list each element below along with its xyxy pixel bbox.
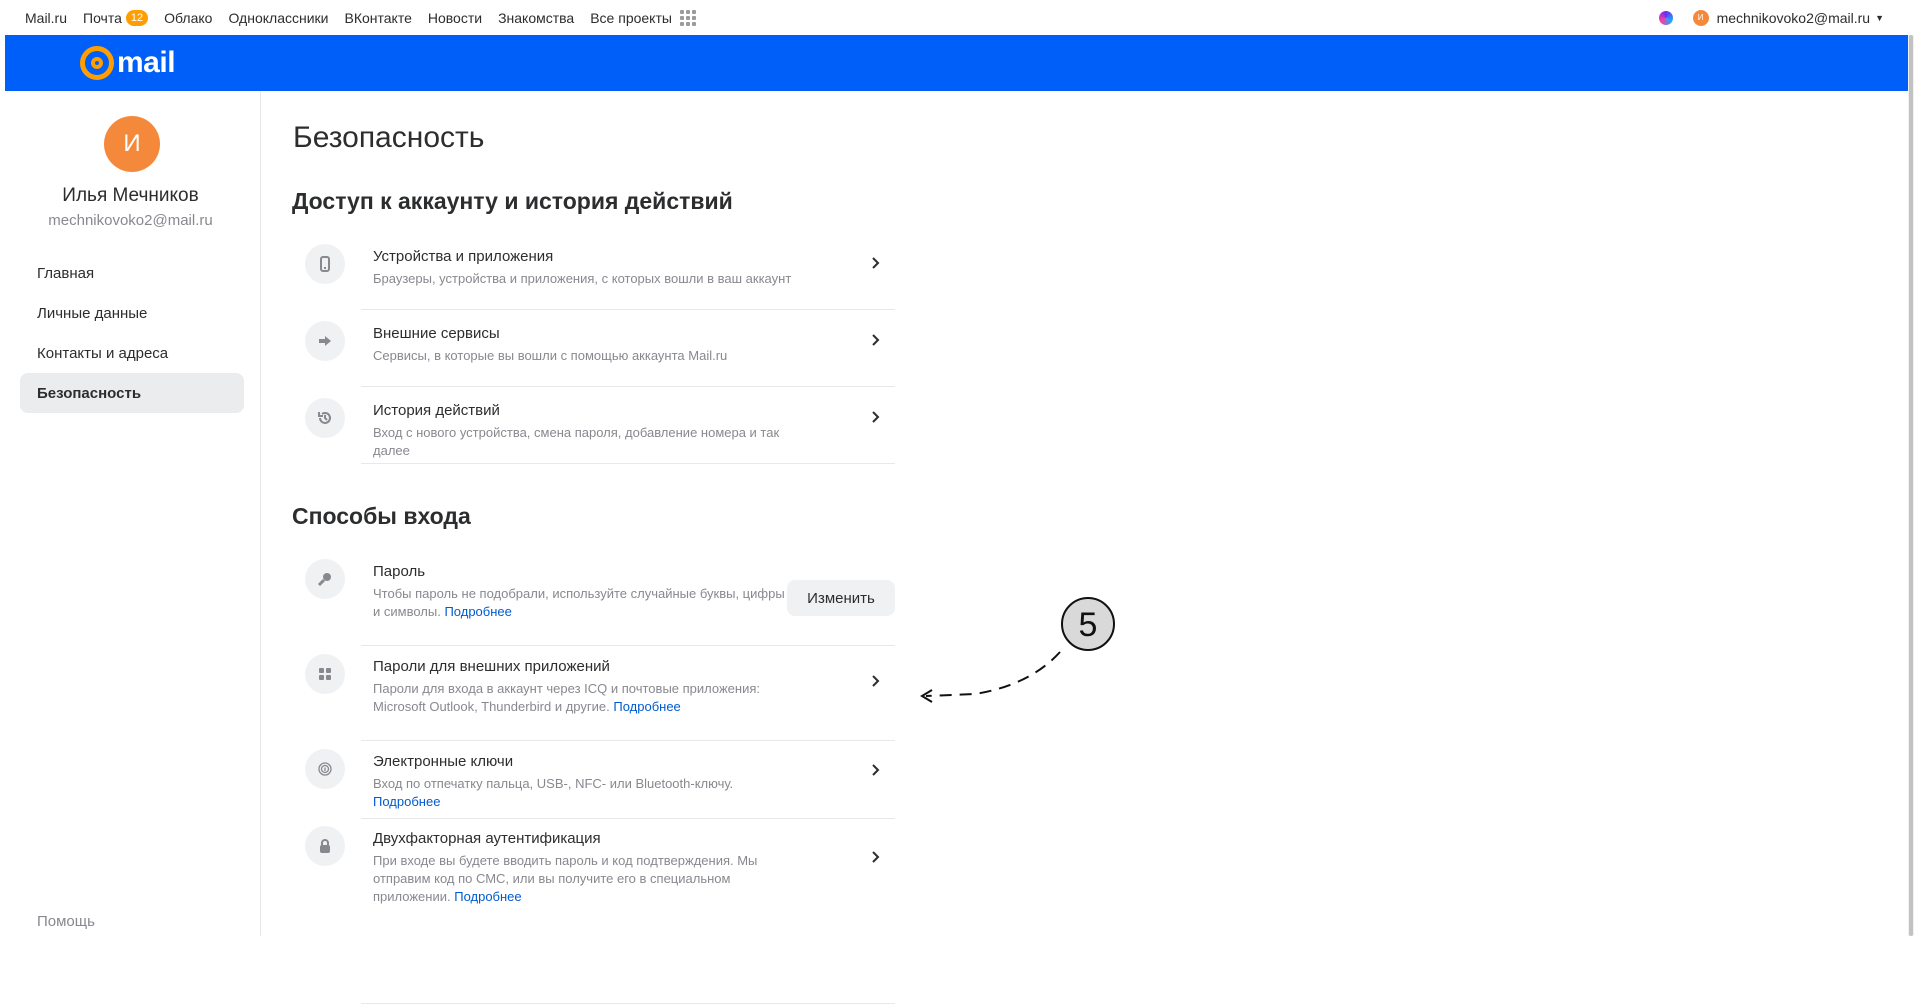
arrow-right-icon xyxy=(305,321,345,361)
divider xyxy=(361,463,895,464)
row-password: Пароль Чтобы пароль не подобрали, исполь… xyxy=(305,559,895,655)
at-sign-logo-icon xyxy=(80,46,114,80)
chevron-right-icon xyxy=(871,256,881,275)
portal-bar: Mail.ru Почта 12 Облако Одноклассники ВКо… xyxy=(0,0,1914,35)
help-link[interactable]: Помощь xyxy=(37,913,95,930)
sidebar-item-security[interactable]: Безопасность xyxy=(20,373,244,413)
projects-grid-icon xyxy=(679,9,696,26)
row-description: Чтобы пароль не подобрали, используйте с… xyxy=(373,586,785,619)
portal-link-mail[interactable]: Почта 12 xyxy=(83,9,149,26)
row-title: Пароли для внешних приложений xyxy=(373,658,610,675)
sidebar-item-personal-data[interactable]: Личные данные xyxy=(20,293,244,333)
divider xyxy=(361,740,895,741)
sidebar: И Илья Мечников mechnikovoko2@mail.ru Гл… xyxy=(0,91,261,936)
row-external-services[interactable]: Внешние сервисы Сервисы, в которые вы во… xyxy=(305,321,895,399)
account-avatar[interactable]: И xyxy=(1692,9,1709,26)
dashed-arrow xyxy=(925,651,1061,697)
sidebar-item-contacts[interactable]: Контакты и адреса xyxy=(20,333,244,373)
row-title: История действий xyxy=(373,402,500,419)
page-title: Безопасность xyxy=(293,121,485,154)
page-scrollbar[interactable] xyxy=(1908,35,1914,936)
portal-link-all-projects[interactable]: Все проекты xyxy=(590,9,696,26)
row-description: Вход с нового устройства, смена пароля, … xyxy=(373,425,780,458)
row-description: При входе вы будете вводить пароль и код… xyxy=(373,853,758,904)
chevron-right-icon xyxy=(871,850,881,869)
account-email[interactable]: mechnikovoko2@mail.ru xyxy=(1717,10,1871,26)
portal-link-dating[interactable]: Знакомства xyxy=(498,10,574,26)
row-title: Пароль xyxy=(373,563,426,580)
row-devices[interactable]: Устройства и приложения Браузеры, устрой… xyxy=(305,244,895,322)
section-title-login-methods: Способы входа xyxy=(292,503,471,529)
portal-link-mailru[interactable]: Mail.ru xyxy=(25,10,67,26)
chevron-right-icon xyxy=(871,763,881,782)
more-link[interactable]: Подробнее xyxy=(454,889,521,904)
lock-icon xyxy=(305,826,345,866)
row-title: Устройства и приложения xyxy=(373,248,554,265)
divider xyxy=(361,386,895,387)
row-app-passwords[interactable]: Пароли для внешних приложений Пароли для… xyxy=(305,654,895,750)
account-area: И mechnikovoko2@mail.ru ▼ xyxy=(1658,0,1884,35)
history-icon xyxy=(305,398,345,438)
section-title-access: Доступ к аккаунту и история действий xyxy=(292,188,733,214)
chevron-right-icon xyxy=(871,410,881,429)
scrollbar-thumb[interactable] xyxy=(1909,35,1913,936)
chevron-right-icon xyxy=(871,674,881,693)
annotation-callout: 5 xyxy=(920,597,1115,703)
row-title: Внешние сервисы xyxy=(373,325,500,342)
change-password-button[interactable]: Изменить xyxy=(787,580,895,616)
app-header: mail xyxy=(5,35,1908,91)
row-description: Браузеры, устройства и приложения, с кот… xyxy=(373,271,792,286)
more-link[interactable]: Подробнее xyxy=(613,699,680,714)
row-description: Сервисы, в которые вы вошли с помощью ак… xyxy=(373,348,728,363)
fingerprint-icon xyxy=(305,749,345,789)
marusia-assistant-icon[interactable] xyxy=(1658,10,1673,25)
key-icon xyxy=(305,559,345,599)
row-description: Пароли для входа в аккаунт через ICQ и п… xyxy=(373,681,760,714)
row-title: Двухфакторная аутентификация xyxy=(373,830,601,847)
divider xyxy=(361,645,895,646)
annotation-number: 5 xyxy=(1079,606,1098,644)
portal-link-news[interactable]: Новости xyxy=(428,10,482,26)
row-activity-history[interactable]: История действий Вход с нового устройств… xyxy=(305,398,895,476)
portal-link-cloud[interactable]: Облако xyxy=(164,10,212,26)
profile-name: Илья Мечников xyxy=(62,185,199,206)
caret-down-icon[interactable]: ▼ xyxy=(1875,13,1884,23)
sidebar-nav: Главная Личные данные Контакты и адреса … xyxy=(20,253,244,413)
mail-logo[interactable]: mail xyxy=(80,44,176,82)
phone-icon xyxy=(305,244,345,284)
more-link[interactable]: Подробнее xyxy=(444,604,511,619)
sidebar-item-main[interactable]: Главная xyxy=(20,253,244,293)
apps-grid-icon xyxy=(305,654,345,694)
row-security-keys[interactable]: Электронные ключи Вход по отпечатку паль… xyxy=(305,749,895,827)
chevron-right-icon xyxy=(871,333,881,352)
portal-link-ok[interactable]: Одноклассники xyxy=(228,10,328,26)
unread-count-badge: 12 xyxy=(125,9,149,26)
portal-links: Mail.ru Почта 12 Облако Одноклассники ВКо… xyxy=(0,9,712,26)
profile-email: mechnikovoko2@mail.ru xyxy=(48,212,213,229)
divider xyxy=(361,309,895,310)
portal-link-vk[interactable]: ВКонтакте xyxy=(344,10,411,26)
divider xyxy=(361,818,895,819)
more-link[interactable]: Подробнее xyxy=(373,794,440,809)
row-two-factor[interactable]: Двухфакторная аутентификация При входе в… xyxy=(305,826,895,922)
row-title: Электронные ключи xyxy=(373,753,514,770)
row-description: Вход по отпечатку пальца, USB-, NFC- или… xyxy=(373,776,734,809)
profile-avatar[interactable]: И xyxy=(104,116,160,172)
